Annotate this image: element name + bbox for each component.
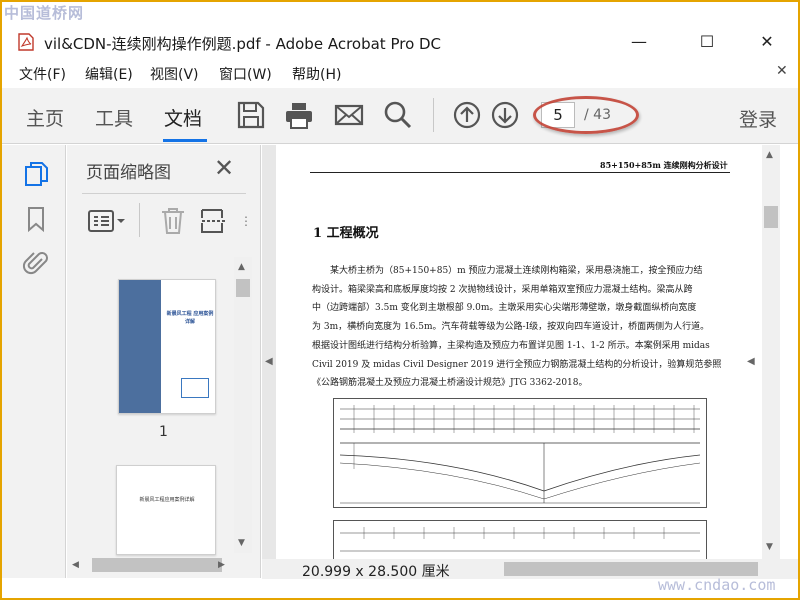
body-paragraph: 某大桥主桥为（85+150+85）m 预应力混凝土连续刚构箱梁，采用悬浇施工，按…: [312, 262, 732, 393]
page-thumbnails-icon[interactable]: [22, 160, 50, 188]
login-button[interactable]: 登录: [739, 105, 777, 132]
close-panel-button[interactable]: ✕: [214, 154, 234, 182]
delete-page-icon[interactable]: [160, 207, 186, 235]
tab-tools[interactable]: 工具: [95, 104, 133, 131]
attachment-icon[interactable]: [22, 249, 50, 277]
tab-home[interactable]: 主页: [26, 104, 64, 131]
panel-splitter[interactable]: [262, 145, 276, 559]
page-up-icon[interactable]: [452, 100, 482, 130]
thumbnail-options-icon[interactable]: [88, 208, 128, 234]
menu-file[interactable]: 文件(F): [19, 64, 66, 84]
scroll-right-icon[interactable]: ▶: [218, 560, 225, 570]
collapse-right-icon[interactable]: ◀: [747, 356, 755, 367]
cover-band: [119, 280, 161, 413]
panel-tool-separator: [139, 203, 140, 237]
thumbnail-scroll-thumb[interactable]: [236, 279, 250, 297]
more-tools-icon[interactable]: ⋮: [240, 214, 252, 228]
menu-help[interactable]: 帮助(H): [292, 64, 341, 84]
thumbnail-label: 1: [159, 424, 168, 440]
cover-laptop-icon: [181, 378, 209, 398]
body-line: 某大桥主桥为（85+150+85）m 预应力混凝土连续刚构箱梁，采用悬浇施工，按…: [312, 266, 703, 276]
thumbnail-cover-title: 新晨风工程 应用案例详解: [166, 311, 214, 325]
window-title: vil&CDN-连续刚构操作例题.pdf - Adobe Acrobat Pro…: [44, 35, 442, 53]
page-down-icon[interactable]: [490, 100, 520, 130]
print-icon[interactable]: [284, 100, 314, 130]
body-line: 《公路钢筋混凝土及预应力混凝土桥涵设计规范》JTG 3362-2018。: [312, 378, 588, 389]
save-icon[interactable]: [236, 100, 266, 130]
panel-title: 页面缩略图: [86, 163, 171, 183]
page-size-label: 20.999 x 28.500 厘米: [302, 564, 450, 580]
menu-edit[interactable]: 编辑(E): [85, 64, 133, 84]
document-scroll-thumb[interactable]: [764, 206, 778, 228]
thumbnail-vertical-scrollbar[interactable]: [234, 257, 252, 553]
menu-view[interactable]: 视图(V): [150, 64, 199, 84]
body-line: 根据设计图纸进行结构分析验算，主梁构造及预应力布置详见图 1-1、1-2 所示。…: [312, 340, 710, 351]
body-line: 中（边跨端部）3.5m 变化到主墩根部 9.0m。主墩采用实心尖端形薄壁墩，墩身…: [312, 303, 697, 314]
header-rule: [310, 172, 730, 173]
watermark-bottom: www.cndao.com: [658, 576, 776, 594]
menu-bar: 文件(F) 编辑(E) 视图(V) 窗口(W) 帮助(H): [2, 60, 798, 86]
document-hscroll-thumb[interactable]: [504, 562, 758, 576]
pdf-file-icon: [18, 33, 34, 51]
figure-section-drawing: [333, 520, 707, 562]
close-window-button[interactable]: ✕: [744, 26, 790, 56]
doc-scroll-up-icon[interactable]: ▲: [766, 150, 773, 160]
page-thumbnail-1[interactable]: 新晨风工程 应用案例详解: [118, 279, 216, 414]
scroll-left-icon[interactable]: ◀: [72, 560, 79, 570]
section-title: 1 工程概况: [313, 226, 379, 241]
email-icon[interactable]: [334, 100, 364, 130]
scroll-up-icon[interactable]: ▲: [238, 262, 245, 272]
toolbar-separator: [433, 98, 434, 132]
active-tab-indicator: [163, 139, 207, 142]
thumbnail-page-title: 新晨风工程应用案例详解: [139, 497, 195, 503]
page-thumbnail-2[interactable]: 新晨风工程应用案例详解: [116, 465, 216, 555]
body-line: 构设计。箱梁梁高和底板厚度均按 2 次抛物线设计，采用单箱双室预应力混凝土结构。…: [312, 284, 693, 295]
page-header: 85+150+85m 连续刚构分析设计: [600, 160, 728, 170]
doc-scroll-down-icon[interactable]: ▼: [766, 542, 773, 552]
close-document-button[interactable]: ✕: [776, 63, 788, 79]
thumbnail-hscroll-thumb[interactable]: [92, 558, 222, 572]
body-line: 为 3m，横桥向宽度为 16.5m。汽车荷载等级为公路-I级，按双向四车道设计，…: [312, 322, 710, 333]
menu-window[interactable]: 窗口(W): [219, 64, 272, 84]
collapse-left-icon[interactable]: ◀: [265, 356, 273, 367]
figure-girder-drawing: [333, 398, 707, 508]
search-icon[interactable]: [383, 100, 413, 130]
bookmark-icon[interactable]: [22, 205, 50, 233]
body-line: Civil 2019 及 midas Civil Designer 2019 进…: [312, 359, 722, 370]
scroll-down-icon[interactable]: ▼: [238, 538, 245, 548]
watermark-top: 中国道桥网: [4, 4, 85, 22]
tab-document[interactable]: 文档: [164, 104, 202, 131]
minimize-button[interactable]: —: [616, 26, 662, 56]
panel-divider: [82, 193, 246, 194]
maximize-button[interactable]: ☐: [684, 26, 730, 56]
highlight-ellipse: [533, 96, 639, 134]
extract-page-icon[interactable]: [200, 207, 228, 235]
